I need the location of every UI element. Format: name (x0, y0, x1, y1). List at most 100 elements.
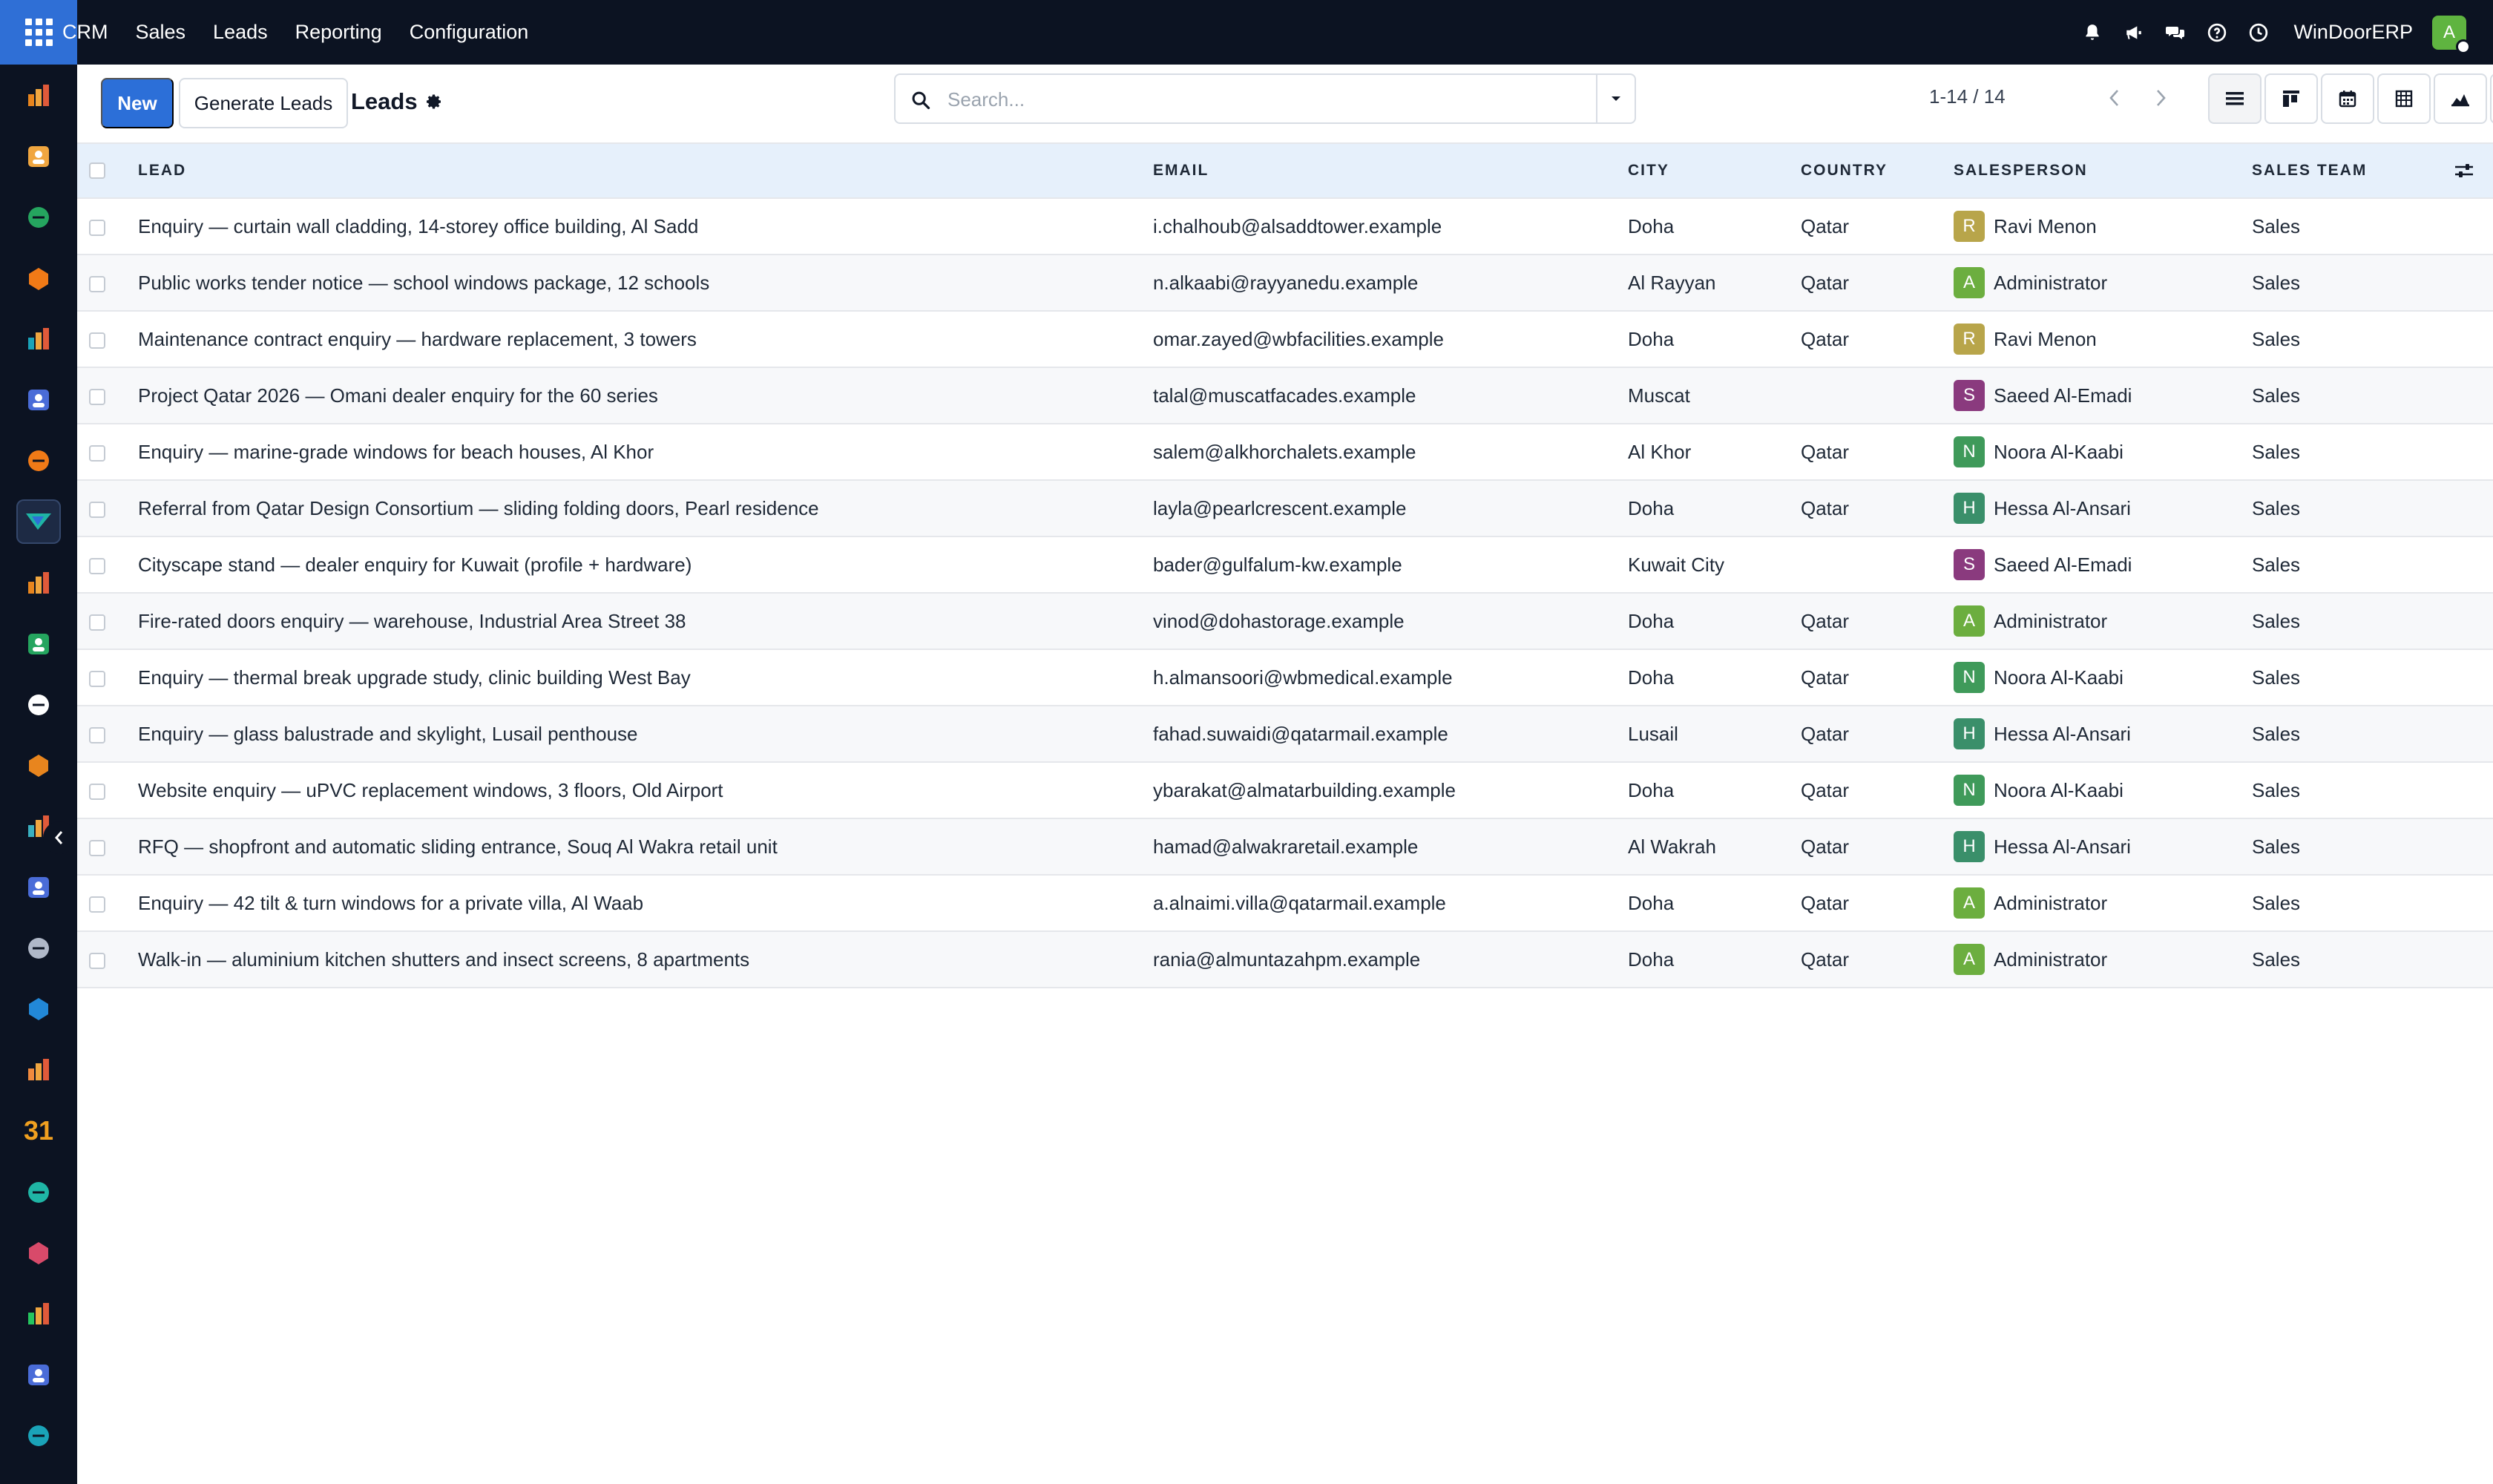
dashboard-app-icon[interactable] (16, 1231, 61, 1275)
help-icon[interactable] (2207, 23, 2227, 42)
table-row[interactable]: Enquiry — 42 tilt & turn windows for a p… (77, 875, 2493, 932)
sales-team-cell[interactable]: Sales (2252, 311, 2430, 368)
salesperson-cell[interactable]: N Noora Al-Kaabi (1954, 424, 2252, 481)
country-cell[interactable]: Qatar (1801, 875, 1954, 932)
graph-view-button[interactable] (2434, 73, 2487, 124)
email-cell[interactable]: vinod@dohastorage.example (1153, 593, 1628, 650)
salesperson-cell[interactable]: H Hessa Al-Ansari (1954, 818, 2252, 876)
table-row[interactable]: Cityscape stand — dealer enquiry for Kuw… (77, 536, 2493, 594)
chat-icon[interactable] (2166, 23, 2185, 42)
country-cell[interactable]: Qatar (1801, 706, 1954, 763)
pager-value[interactable]: 1-14 / 14 (1929, 85, 2006, 108)
invoicing-app-icon[interactable] (16, 987, 61, 1031)
row-checkbox[interactable] (89, 219, 105, 236)
sales-team-cell[interactable]: Sales (2252, 255, 2430, 312)
whatsapp-app-icon[interactable] (16, 1292, 61, 1336)
user-avatar[interactable]: A (2432, 15, 2471, 54)
country-cell[interactable]: Qatar (1801, 424, 1954, 481)
salesperson-cell[interactable]: A Administrator (1954, 931, 2252, 988)
marketing-app-icon[interactable] (16, 743, 61, 788)
country-cell[interactable]: Qatar (1801, 198, 1954, 255)
salesperson-cell[interactable]: S Saeed Al-Emadi (1954, 536, 2252, 594)
live-chat-app-icon[interactable] (16, 439, 61, 483)
sales-team-cell[interactable]: Sales (2252, 536, 2430, 594)
city-cell[interactable]: Doha (1628, 875, 1801, 932)
column-settings-toggle[interactable] (2430, 161, 2493, 180)
lead-name-cell[interactable]: Enquiry — thermal break upgrade study, c… (138, 649, 1153, 706)
salesperson-cell[interactable]: H Hessa Al-Ansari (1954, 480, 2252, 537)
email-cell[interactable]: h.almansoori@wbmedical.example (1153, 649, 1628, 706)
email-cell[interactable]: a.alnaimi.villa@qatarmail.example (1153, 875, 1628, 932)
table-row[interactable]: Maintenance contract enquiry — hardware … (77, 311, 2493, 368)
table-row[interactable]: Enquiry — glass balustrade and skylight,… (77, 706, 2493, 763)
surveys-app-icon[interactable] (16, 1414, 61, 1458)
lead-name-cell[interactable]: RFQ — shopfront and automatic sliding en… (138, 818, 1153, 876)
sales-team-cell[interactable]: Sales (2252, 875, 2430, 932)
photo-app-icon[interactable] (16, 134, 61, 179)
email-cell[interactable]: i.chalhoub@alsaddtower.example (1153, 198, 1628, 255)
generate-leads-button[interactable]: Generate Leads (179, 78, 348, 128)
salesperson-cell[interactable]: N Noora Al-Kaabi (1954, 762, 2252, 819)
city-cell[interactable]: Doha (1628, 762, 1801, 819)
lead-name-cell[interactable]: Cityscape stand — dealer enquiry for Kuw… (138, 536, 1153, 594)
menu-configuration[interactable]: Configuration (410, 21, 529, 44)
row-checkbox[interactable] (89, 332, 105, 349)
row-checkbox[interactable] (89, 783, 105, 800)
website-app-icon[interactable] (16, 317, 61, 361)
salesperson-cell[interactable]: A Administrator (1954, 875, 2252, 932)
lead-name-cell[interactable]: Fire-rated doors enquiry — warehouse, In… (138, 593, 1153, 650)
country-cell[interactable]: Qatar (1801, 762, 1954, 819)
search-input[interactable] (947, 84, 1563, 115)
table-row[interactable]: Fire-rated doors enquiry — warehouse, In… (77, 593, 2493, 650)
lead-name-cell[interactable]: Website enquiry — uPVC replacement windo… (138, 762, 1153, 819)
email-cell[interactable]: salem@alkhorchalets.example (1153, 424, 1628, 481)
menu-sales[interactable]: Sales (136, 21, 186, 44)
menu-leads[interactable]: Leads (213, 21, 268, 44)
lead-name-cell[interactable]: Maintenance contract enquiry — hardware … (138, 311, 1153, 368)
lead-name-cell[interactable]: Enquiry — 42 tilt & turn windows for a p… (138, 875, 1153, 932)
lead-name-cell[interactable]: Enquiry — glass balustrade and skylight,… (138, 706, 1153, 763)
row-checkbox[interactable] (89, 952, 105, 969)
sales-team-cell[interactable]: Sales (2252, 593, 2430, 650)
city-cell[interactable]: Al Wakrah (1628, 818, 1801, 876)
email-cell[interactable]: ybarakat@almatarbuilding.example (1153, 762, 1628, 819)
city-cell[interactable]: Doha (1628, 311, 1801, 368)
table-row[interactable]: Walk-in — aluminium kitchen shutters and… (77, 931, 2493, 988)
list-view-button[interactable] (2208, 73, 2262, 124)
country-cell[interactable] (1801, 367, 1954, 424)
table-row[interactable]: Project Qatar 2026 — Omani dealer enquir… (77, 367, 2493, 424)
column-header-lead[interactable]: LEAD (138, 142, 1153, 199)
employees-app-icon[interactable] (16, 622, 61, 666)
lead-name-cell[interactable]: Public works tender notice — school wind… (138, 255, 1153, 312)
select-all-checkbox[interactable] (89, 162, 105, 180)
country-cell[interactable] (1801, 536, 1954, 594)
country-cell[interactable]: Qatar (1801, 255, 1954, 312)
table-row[interactable]: Enquiry — thermal break upgrade study, c… (77, 649, 2493, 706)
sales-team-cell[interactable]: Sales (2252, 818, 2430, 876)
row-checkbox[interactable] (89, 501, 105, 518)
table-row[interactable]: Enquiry — curtain wall cladding, 14-stor… (77, 198, 2493, 255)
company-name[interactable]: WinDoorERP (2293, 21, 2413, 44)
city-cell[interactable]: Lusail (1628, 706, 1801, 763)
table-row[interactable]: Referral from Qatar Design Consortium — … (77, 480, 2493, 537)
row-checkbox[interactable] (89, 896, 105, 913)
megaphone-icon[interactable] (2124, 23, 2144, 42)
sign-app-icon[interactable] (16, 1170, 61, 1215)
sales-team-cell[interactable]: Sales (2252, 931, 2430, 988)
email-cell[interactable]: layla@pearlcrescent.example (1153, 480, 1628, 537)
city-cell[interactable]: Muscat (1628, 367, 1801, 424)
row-checkbox[interactable] (89, 839, 105, 856)
email-marketing-app-icon[interactable] (16, 378, 61, 422)
email-cell[interactable]: bader@gulfalum-kw.example (1153, 536, 1628, 594)
row-checkbox[interactable] (89, 444, 105, 462)
salesperson-cell[interactable]: A Administrator (1954, 255, 2252, 312)
clock-icon[interactable] (2249, 23, 2268, 42)
city-cell[interactable]: Doha (1628, 593, 1801, 650)
gear-icon[interactable] (425, 93, 443, 111)
country-cell[interactable]: Qatar (1801, 593, 1954, 650)
pager-previous-button[interactable] (2094, 75, 2135, 121)
table-row[interactable]: Enquiry — marine-grade windows for beach… (77, 424, 2493, 481)
country-cell[interactable]: Qatar (1801, 931, 1954, 988)
table-row[interactable]: Website enquiry — uPVC replacement windo… (77, 762, 2493, 819)
sales-team-cell[interactable]: Sales (2252, 198, 2430, 255)
